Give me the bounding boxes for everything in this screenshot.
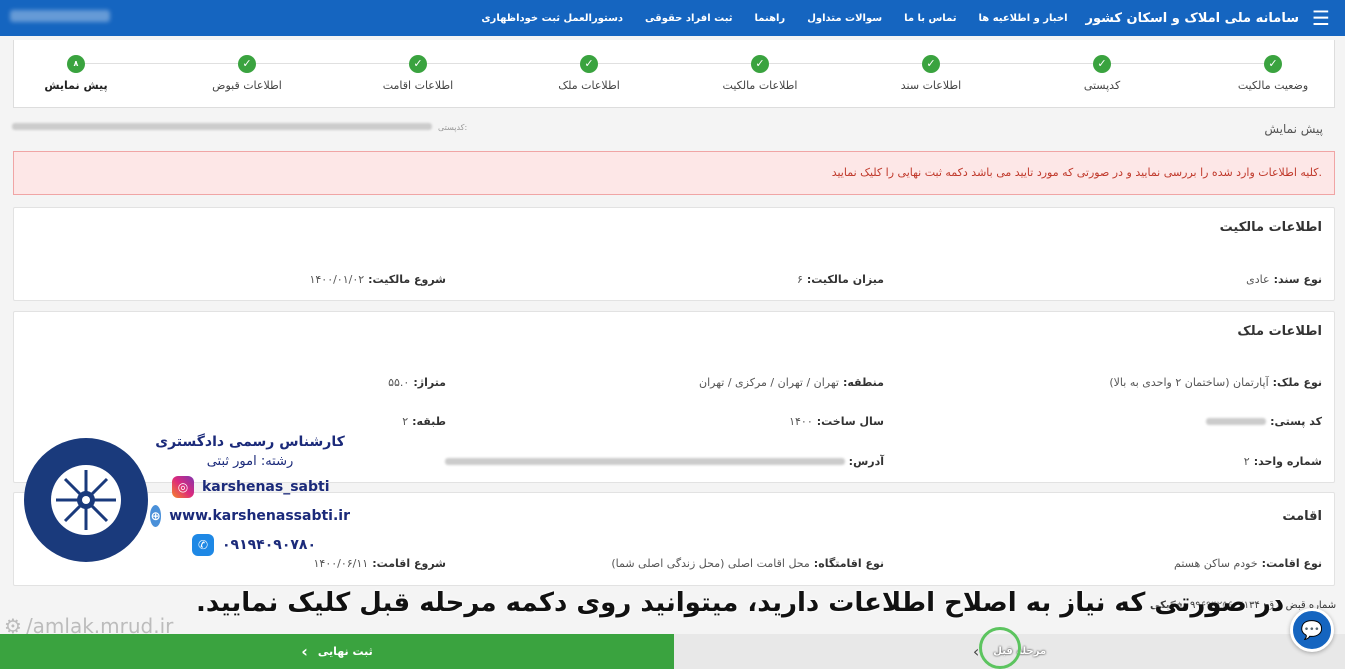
share-field: میزان مالکیت:۶ bbox=[796, 273, 884, 286]
nav-news[interactable]: اخبار و اطلاعیه ها bbox=[979, 13, 1068, 24]
nav-faq[interactable]: سوالات متداول bbox=[807, 13, 882, 24]
step-label: اطلاعات اقامت bbox=[382, 79, 454, 92]
phone-icon: ✆ bbox=[192, 534, 214, 556]
nav-help[interactable]: راهنما bbox=[755, 13, 786, 24]
ownership-card: اطلاعات مالکیت نوع سند:عادی میزان مالکیت… bbox=[13, 207, 1335, 301]
residence-start-field: شروع اقامت:۱۴۰۰/۰۶/۱۱ bbox=[313, 557, 447, 570]
video-caption: در صورتی که نیاز به اصلاح اطلاعات دارید،… bbox=[196, 588, 1285, 618]
postal-code-label: کدپستی: bbox=[438, 123, 468, 132]
step-label: پیش نمایش bbox=[44, 79, 108, 92]
residence-place-field: نوع اقامتگاه:محل اقامت اصلی (محل زندگی ا… bbox=[611, 557, 884, 570]
postal-code-blurred bbox=[1206, 418, 1267, 425]
user-account-blurred[interactable] bbox=[10, 10, 110, 22]
promo-subtitle: رشته: امور ثبتی bbox=[206, 454, 294, 469]
logo-emblem bbox=[24, 438, 148, 562]
check-icon: ✓ bbox=[751, 55, 769, 73]
step-bills-info: ✓ اطلاعات قبوض bbox=[177, 55, 317, 92]
ownership-start-field: شروع مالکیت:۱۴۰۰/۰۱/۰۲ bbox=[309, 273, 446, 286]
address-blurred bbox=[12, 123, 432, 130]
unit-field: شماره واحد:۲ bbox=[1243, 455, 1322, 468]
nav-instructions[interactable]: دستورالعمل ثبت خوداظهاری bbox=[481, 13, 623, 24]
region-field: منطقه:تهران / تهران / مرکزی / تهران bbox=[699, 376, 884, 389]
chevron-left-icon: ‹ bbox=[301, 642, 308, 661]
instagram-icon: ◎ bbox=[172, 476, 194, 498]
floor-field: طبقه:۲ bbox=[402, 415, 446, 428]
promo-title: کارشناس رسمی دادگستری bbox=[155, 434, 345, 450]
step-label: اطلاعات قبوض bbox=[212, 79, 282, 92]
card-title: اطلاعات ملک bbox=[1237, 324, 1322, 339]
menu-icon[interactable]: ☰ bbox=[1309, 6, 1333, 30]
step-ownership-info: ✓ اطلاعات مالکیت bbox=[690, 55, 830, 92]
click-highlight-ring bbox=[979, 627, 1021, 669]
step-residence-info: ✓ اطلاعات اقامت bbox=[348, 55, 488, 92]
nav-contact[interactable]: تماس با ما bbox=[904, 13, 956, 24]
doc-type-field: نوع سند:عادی bbox=[1246, 273, 1322, 286]
top-nav-links: اخبار و اطلاعیه ها تماس با ما سوالات متد… bbox=[459, 13, 1067, 24]
chat-support-button[interactable]: 💬 bbox=[1290, 608, 1334, 652]
residence-type-field: نوع اقامت:خودم ساکن هستم bbox=[1174, 557, 1322, 570]
step-preview: ۸ پیش نمایش bbox=[6, 55, 146, 92]
step-label: اطلاعات مالکیت bbox=[722, 79, 798, 92]
address-blurred bbox=[444, 458, 845, 465]
promo-website: ⊕ www.karshenassabti.ir bbox=[150, 505, 350, 527]
step-number: ۸ bbox=[67, 55, 85, 73]
postal-code-field: کد پستی: bbox=[1206, 415, 1322, 428]
submit-final-button[interactable]: ‹ ثبت نهایی bbox=[0, 634, 674, 669]
check-icon: ✓ bbox=[1264, 55, 1282, 73]
check-icon: ✓ bbox=[409, 55, 427, 73]
check-icon: ✓ bbox=[922, 55, 940, 73]
card-title: اقامت bbox=[1282, 509, 1322, 524]
promo-phone: ✆ ۰۹۱۹۴۰۹۰۷۸۰ bbox=[192, 534, 350, 556]
property-type-field: نوع ملک:آپارتمان (ساختمان ۲ واحدی به بال… bbox=[1109, 376, 1322, 389]
address-field: آدرس: bbox=[444, 455, 884, 468]
step-postal-code: ✓ کدپستی bbox=[1032, 55, 1172, 92]
postal-code-summary: کدپستی: bbox=[12, 123, 467, 132]
top-navbar: ☰ سامانه ملی املاک و اسکان کشور اخبار و … bbox=[0, 0, 1345, 36]
step-label: اطلاعات سند bbox=[900, 79, 962, 92]
check-icon: ✓ bbox=[1093, 55, 1111, 73]
step-ownership-status: ✓ وضعیت مالکیت bbox=[1203, 55, 1343, 92]
check-icon: ✓ bbox=[580, 55, 598, 73]
card-title: اطلاعات مالکیت bbox=[1219, 220, 1322, 235]
page-title: پیش نمایش bbox=[1264, 122, 1323, 136]
sun-emblem-icon bbox=[51, 465, 121, 535]
promo-overlay: کارشناس رسمی دادگستری رشته: امور ثبتی ◎ … bbox=[150, 434, 350, 556]
chat-icon: 💬 bbox=[1300, 619, 1324, 641]
check-icon: ✓ bbox=[238, 55, 256, 73]
progress-stepper: ✓ وضعیت مالکیت ✓ کدپستی ✓ اطلاعات سند ✓ … bbox=[13, 40, 1335, 108]
site-brand[interactable]: سامانه ملی املاک و اسکان کشور bbox=[1086, 11, 1299, 26]
nav-legal-entities[interactable]: ثبت افراد حقوقی bbox=[645, 13, 732, 24]
step-label: کدپستی bbox=[1083, 79, 1121, 92]
step-property-info: ✓ اطلاعات ملک bbox=[519, 55, 659, 92]
alert-message: کلیه اطلاعات وارد شده را بررسی نمایید و … bbox=[13, 151, 1335, 195]
build-year-field: سال ساخت:۱۴۰۰ bbox=[789, 415, 884, 428]
step-label: اطلاعات ملک bbox=[558, 79, 620, 92]
globe-icon: ⊕ bbox=[150, 505, 162, 527]
area-field: متراژ:۵۵.۰ bbox=[388, 376, 446, 389]
step-label: وضعیت مالکیت bbox=[1237, 79, 1309, 92]
step-document-info: ✓ اطلاعات سند bbox=[861, 55, 1001, 92]
promo-instagram: ◎ karshenas_sabti bbox=[172, 476, 350, 498]
